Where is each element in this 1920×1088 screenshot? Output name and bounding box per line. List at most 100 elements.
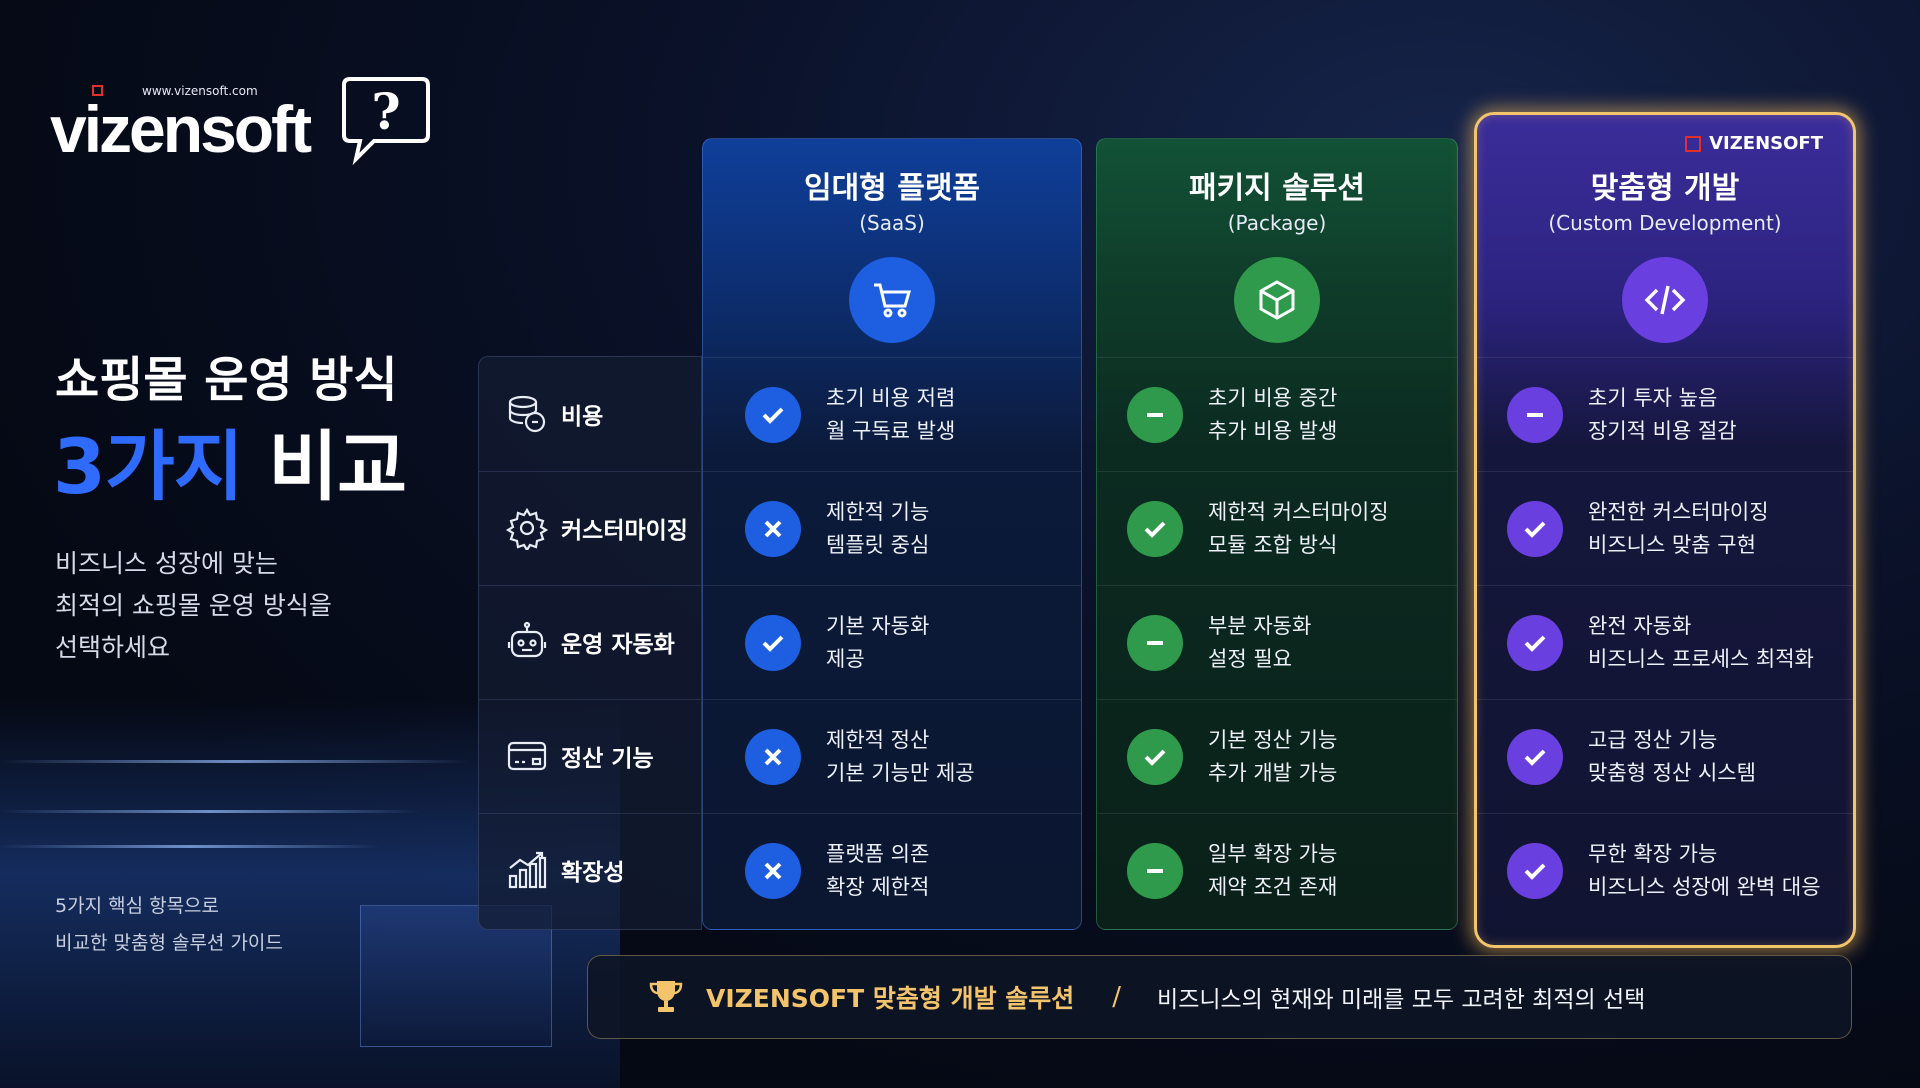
cell-line: 월 구독료 발생: [826, 419, 956, 443]
cell-saas-settlement: 제한적 정산기본 기능만 제공: [703, 699, 1081, 814]
cell-line: 비즈니스 프로세스 최적화: [1588, 647, 1814, 671]
banner-separator: /: [1112, 982, 1122, 1012]
cell-custom-automation: 완전 자동화비즈니스 프로세스 최적화: [1477, 585, 1853, 700]
minus-icon: [1127, 615, 1183, 671]
coins-icon: [508, 395, 546, 433]
row-label-automation: 운영 자동화: [479, 585, 701, 700]
cell-package-customizing: 제한적 커스터마이징 모듈 조합 방식: [1097, 471, 1457, 586]
hero-description: 비즈니스 성장에 맞는 최적의 쇼핑몰 운영 방식을 선택하세요: [55, 543, 332, 669]
column-icon-badge: [1234, 257, 1320, 343]
cell-custom-cost: 초기 투자 높음 장기적 비용 절감: [1477, 357, 1853, 472]
column-icon-badge: [849, 257, 935, 343]
column-subtitle: (SaaS): [859, 211, 925, 235]
cell-line: 템플릿 중심: [826, 533, 930, 557]
column-icon-badge: [1622, 257, 1708, 343]
description-line: 최적의 쇼핑몰 운영 방식을: [55, 591, 332, 620]
cell-line: 맞춤형 정산 시스템: [1588, 761, 1756, 785]
cell-line: 추가 비용 발생: [1208, 419, 1338, 443]
cart-icon: [874, 283, 911, 318]
brand-mark-icon: [1685, 135, 1702, 152]
row-label-text: 확장성: [561, 860, 625, 886]
cell-line: 완전한 커스터마이징: [1588, 500, 1769, 524]
cell-line: 완전 자동화: [1588, 614, 1692, 638]
cell-saas-customizing: 제한적 기능템플릿 중심: [703, 471, 1081, 586]
cell-line: 부분 자동화: [1208, 614, 1312, 638]
svg-text:?: ?: [371, 82, 400, 141]
check-icon: [745, 387, 801, 443]
cell-line: 추가 개발 가능: [1208, 761, 1338, 785]
cell-line: 모듈 조합 방식: [1208, 533, 1338, 557]
robot-icon: [507, 621, 547, 658]
cell-line: 기본 기능만 제공: [826, 761, 975, 785]
cell-saas-cost: 초기 비용 저렴월 구독료 발생: [703, 357, 1081, 472]
cell-package-automation: 부분 자동화설정 필요: [1097, 585, 1457, 700]
check-icon: [1507, 615, 1563, 671]
cell-line: 제약 조건 존재: [1208, 875, 1338, 899]
row-label-text: 정산 기능: [561, 746, 654, 772]
row-label-text: 커스터마이징: [561, 518, 688, 544]
code-icon: [1644, 285, 1686, 315]
card-icon: [507, 741, 547, 771]
row-label-cost: 비용: [479, 357, 701, 472]
cell-line: 비즈니스 맞춤 구현: [1588, 533, 1756, 557]
row-label-settlement: 정산 기능: [479, 699, 701, 814]
cell-line: 초기 비용 저렴: [826, 386, 956, 410]
cell-line: 비즈니스 성장에 완벽 대응: [1588, 875, 1821, 899]
column-title: 맞춤형 개발: [1590, 171, 1740, 206]
check-icon: [745, 615, 801, 671]
bottom-banner: VIZENSOFT 맞춤형 개발 솔루션 / 비즈니스의 현재와 미래를 모두 …: [587, 955, 1852, 1039]
brand-badge-text: VIZENSOFT: [1709, 133, 1823, 154]
check-icon: [1507, 729, 1563, 785]
cell-line: 고급 정산 기능: [1588, 728, 1718, 752]
column-custom-highlighted: VIZENSOFT 맞춤형 개발 (Custom Development) 초기…: [1474, 112, 1856, 948]
cross-icon: [745, 843, 801, 899]
hero-title-line1: 쇼핑몰 운영 방식: [55, 352, 398, 408]
column-subtitle: (Custom Development): [1548, 211, 1782, 235]
gear-icon: [505, 507, 549, 550]
cell-line: 기본 정산 기능: [1208, 728, 1338, 752]
cross-icon: [745, 501, 801, 557]
cell-line: 설정 필요: [1208, 647, 1292, 671]
cell-line: 무한 확장 가능: [1588, 842, 1718, 866]
hero-title-line2: 3가지 비교: [53, 405, 407, 515]
cell-package-settlement: 기본 정산 기능추가 개발 가능: [1097, 699, 1457, 814]
cell-line: 초기 투자 높음: [1588, 386, 1718, 410]
brand-badge: VIZENSOFT: [1685, 133, 1823, 154]
footnote-line: 5가지 핵심 항목으로: [55, 895, 220, 917]
row-label-scalability: 확장성: [479, 813, 701, 927]
cell-package-scalability: 일부 확장 가능제약 조건 존재: [1097, 813, 1457, 928]
cell-line: 플랫폼 의존: [826, 842, 930, 866]
light-streak: [0, 810, 420, 813]
footnote-line: 비교한 맞춤형 솔루션 가이드: [55, 932, 283, 954]
brand-wordmark: vizensoft: [50, 92, 312, 166]
hero-title-rest: 비교: [268, 422, 407, 511]
minus-icon: [1127, 843, 1183, 899]
row-label-text: 비용: [561, 404, 604, 430]
row-label-panel: 비용 커스터마이징 운영 자동화 정산 기능 확장성: [478, 356, 702, 930]
check-icon: [1127, 729, 1183, 785]
description-line: 비즈니스 성장에 맞는: [55, 549, 278, 578]
cross-icon: [745, 729, 801, 785]
cell-line: 제공: [826, 647, 865, 671]
row-label-customizing: 커스터마이징: [479, 471, 701, 586]
growth-chart-icon: [508, 851, 547, 889]
row-label-text: 운영 자동화: [561, 632, 675, 658]
column-saas: 임대형 플랫폼 (SaaS) 초기 비용 저렴월 구독료 발생 제한적 기능템플…: [702, 138, 1082, 930]
light-streak: [0, 760, 470, 763]
check-icon: [1127, 501, 1183, 557]
hero-title-accent: 3가지: [53, 422, 244, 511]
cell-custom-scalability: 무한 확장 가능비즈니스 성장에 완벽 대응: [1477, 813, 1853, 928]
light-streak: [0, 845, 380, 848]
cell-line: 초기 비용 중간: [1208, 386, 1338, 410]
trophy-icon: [649, 981, 683, 1012]
cell-line: 일부 확장 가능: [1208, 842, 1338, 866]
column-title: 패키지 솔루션: [1188, 171, 1366, 206]
cell-line: 확장 제한적: [826, 875, 930, 899]
cell-line: 제한적 기능: [826, 500, 930, 524]
column-title: 임대형 플랫폼: [803, 171, 981, 206]
cell-package-cost: 초기 비용 중간추가 비용 발생: [1097, 357, 1457, 472]
minus-icon: [1127, 387, 1183, 443]
cell-saas-scalability: 플랫폼 의존확장 제한적: [703, 813, 1081, 928]
cell-custom-settlement: 고급 정산 기능맞춤형 정산 시스템: [1477, 699, 1853, 814]
cell-line: 제한적 정산: [826, 728, 930, 752]
